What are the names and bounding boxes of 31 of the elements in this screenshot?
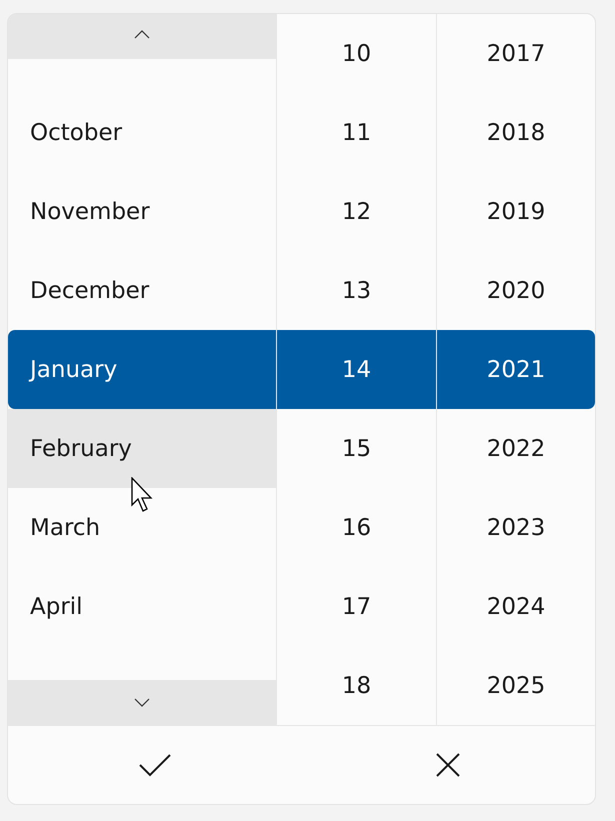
- year-option[interactable]: 2025: [437, 646, 595, 725]
- month-option[interactable]: March: [8, 488, 276, 567]
- month-option[interactable]: April: [8, 567, 276, 646]
- month-option[interactable]: December: [8, 251, 276, 330]
- month-option[interactable]: November: [8, 172, 276, 251]
- year-option[interactable]: 2022: [437, 409, 595, 488]
- year-option[interactable]: 2021: [437, 330, 595, 409]
- day-option[interactable]: 15: [277, 409, 436, 488]
- year-option[interactable]: 2024: [437, 567, 595, 646]
- scroll-down-button[interactable]: [8, 680, 276, 725]
- chevron-down-icon: [134, 698, 150, 707]
- day-option[interactable]: 18: [277, 646, 436, 725]
- year-option[interactable]: 2017: [437, 14, 595, 93]
- year-option[interactable]: 2019: [437, 172, 595, 251]
- day-option[interactable]: 13: [277, 251, 436, 330]
- chevron-up-icon: [134, 30, 150, 39]
- day-option[interactable]: 16: [277, 488, 436, 567]
- year-option[interactable]: 2023: [437, 488, 595, 567]
- day-option[interactable]: 11: [277, 93, 436, 172]
- scroll-up-button[interactable]: [8, 14, 276, 59]
- day-option[interactable]: 17: [277, 567, 436, 646]
- day-option[interactable]: 14: [277, 330, 436, 409]
- year-option[interactable]: 2018: [437, 93, 595, 172]
- day-option[interactable]: 10: [277, 14, 436, 93]
- month-option[interactable]: February: [8, 409, 276, 488]
- close-icon: [435, 752, 462, 778]
- checkmark-icon: [138, 752, 172, 778]
- day-option[interactable]: 12: [277, 172, 436, 251]
- month-option[interactable]: October: [8, 93, 276, 172]
- month-option[interactable]: January: [8, 330, 276, 409]
- year-option[interactable]: 2020: [437, 251, 595, 330]
